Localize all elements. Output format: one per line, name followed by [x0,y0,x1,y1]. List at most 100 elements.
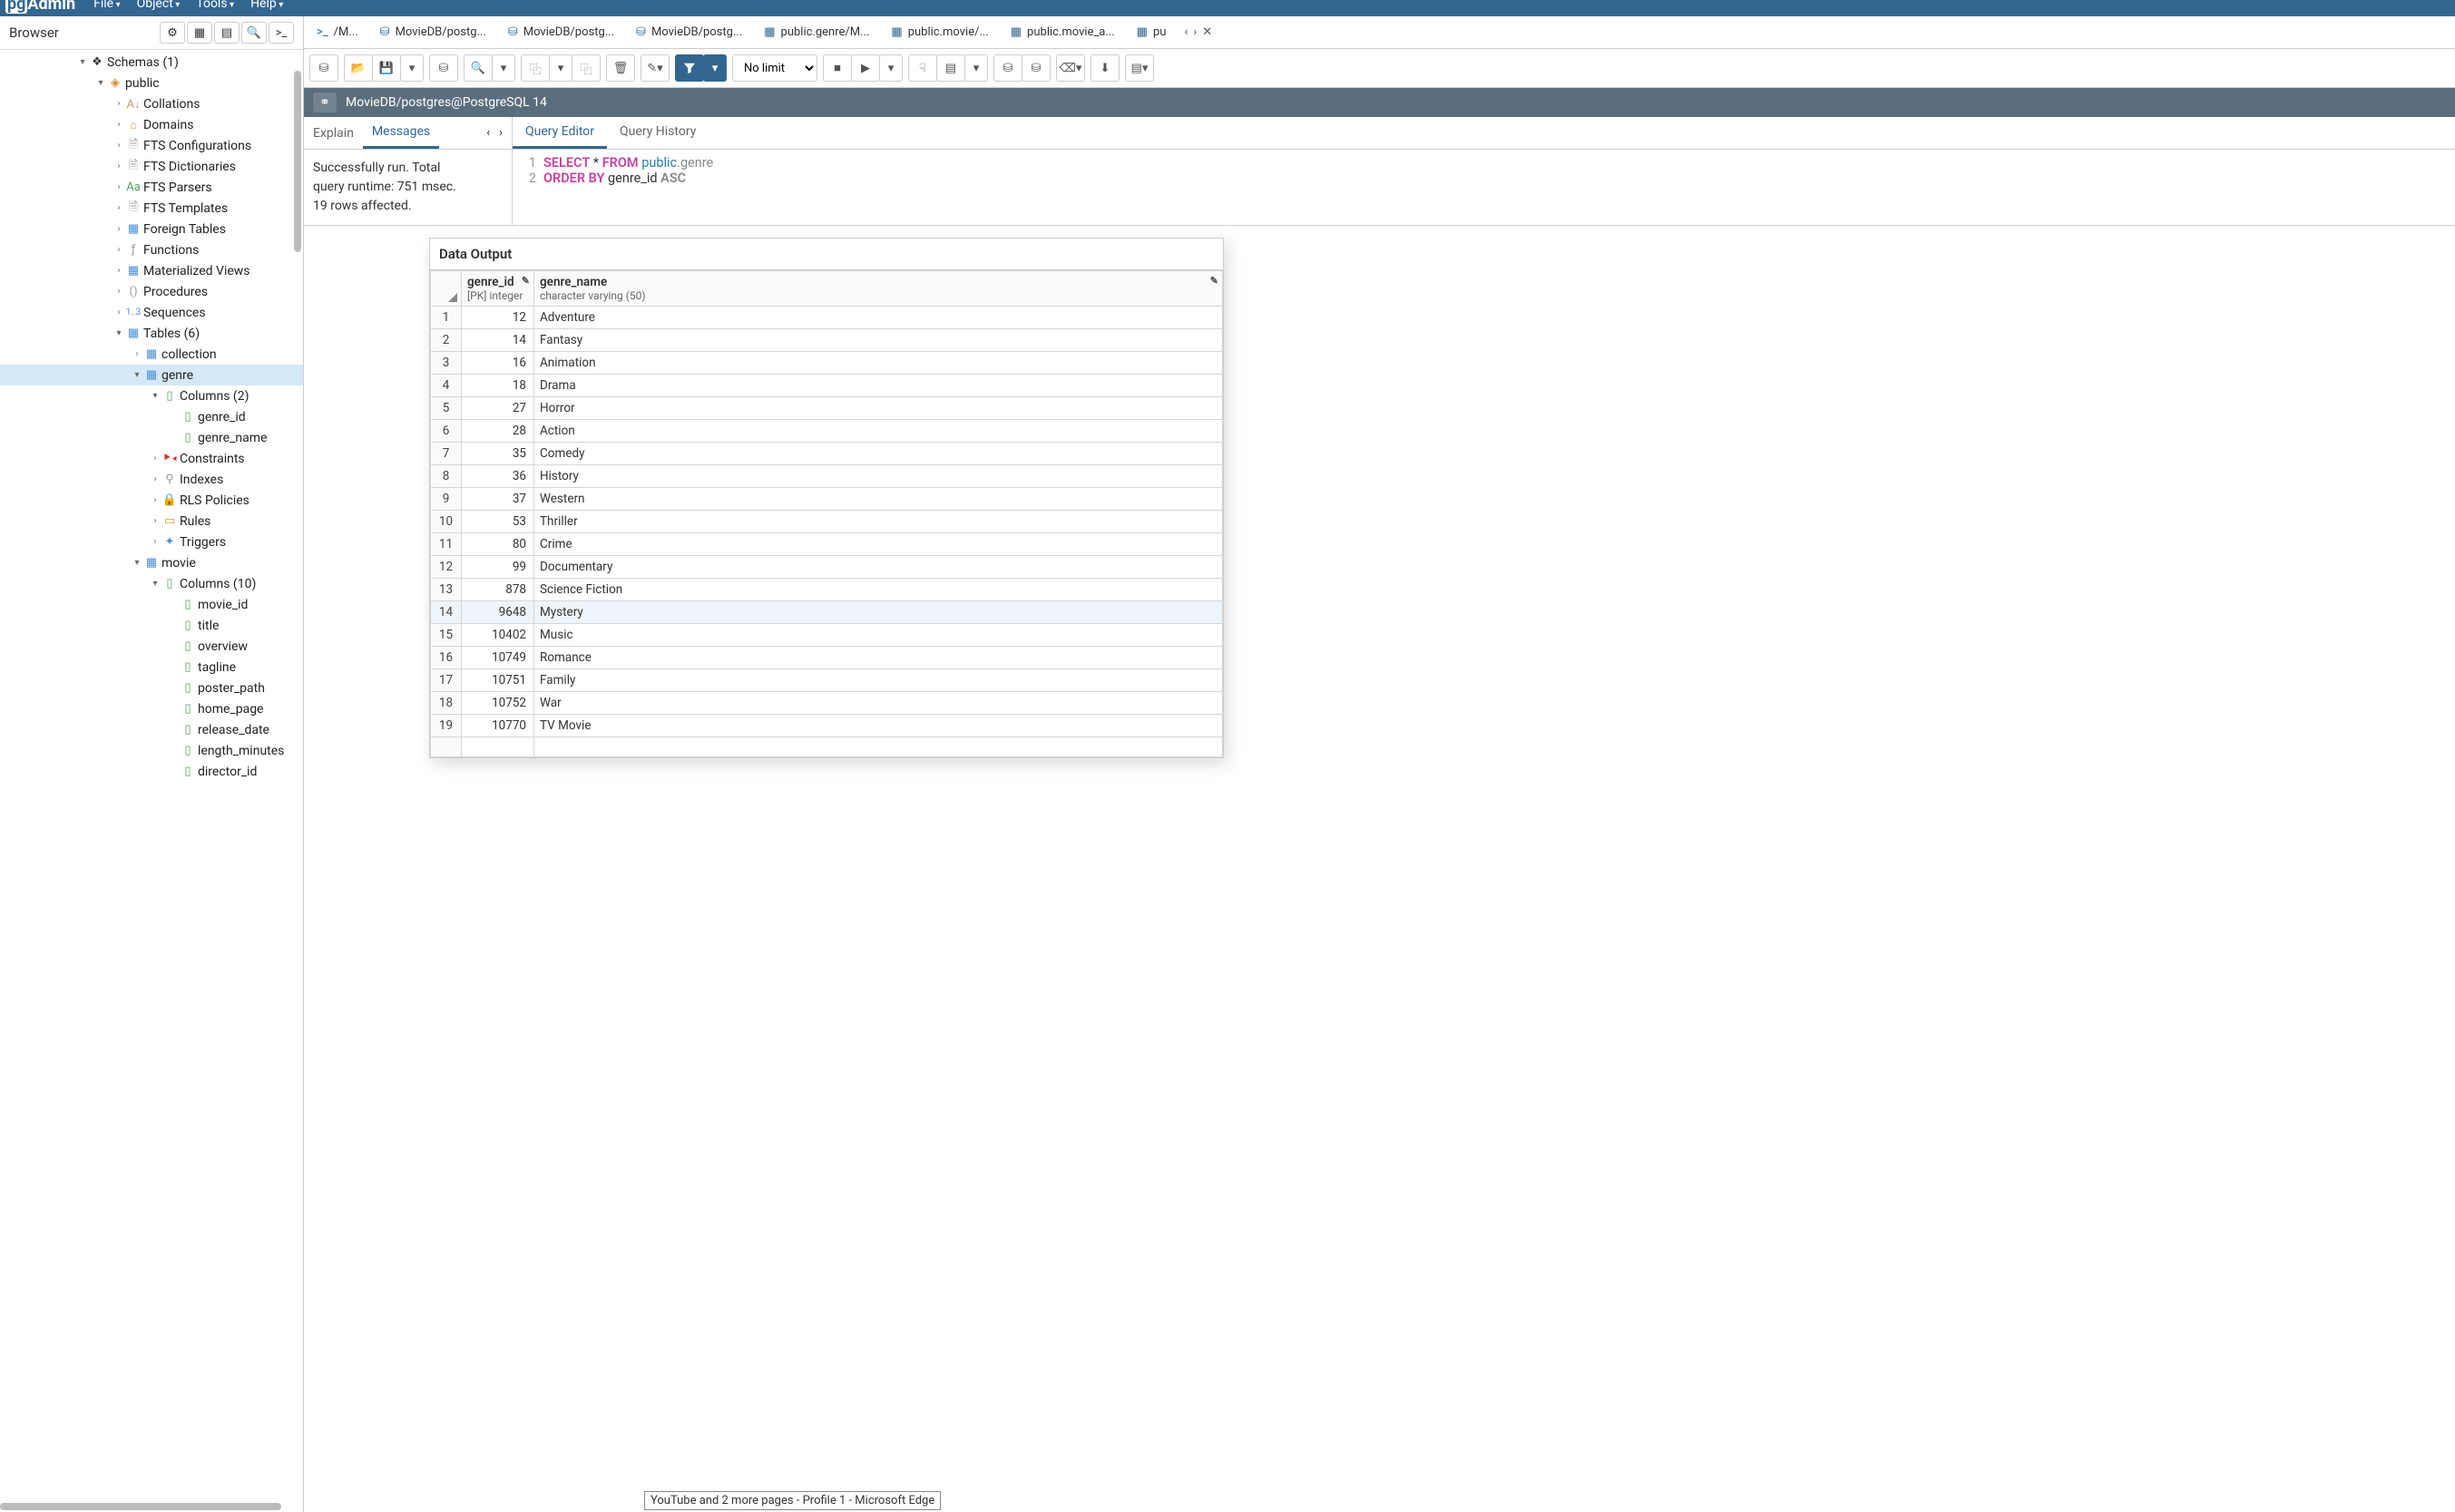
tree-sequences[interactable]: ›1..3Sequences [0,302,303,323]
edit-inplace-button[interactable]: ✎▾ [641,54,670,82]
edit-button[interactable]: ⛁ [429,54,458,82]
sidebar-scrollbar-h[interactable] [0,1503,281,1510]
tab-moviedb-2[interactable]: ⛁MovieDB/postg... [499,20,623,44]
download-button[interactable]: ⬇ [1091,54,1120,82]
table-row[interactable]: 527Horror [431,397,1223,420]
explain-analyze-button[interactable]: ▤ [936,54,965,82]
tab-movie[interactable]: ▦public.movie/... [882,20,997,44]
copy-dropdown[interactable]: ▾ [549,54,572,82]
commit-button[interactable]: ⛁ [993,54,1022,82]
tree-mat-views[interactable]: ›▦Materialized Views [0,260,303,281]
data-output-table[interactable]: genre_id[PK] integer✎ genre_namecharacte… [430,270,1223,757]
explain-dropdown[interactable]: ▾ [964,54,988,82]
tree-rls[interactable]: ›🔒RLS Policies [0,490,303,511]
tree-functions[interactable]: ›ƒFunctions [0,239,303,260]
menu-file[interactable]: File [93,0,120,11]
tree-fts-conf[interactable]: ›🗎FTS Configurations [0,135,303,156]
macros-button[interactable]: ▤▾ [1125,54,1154,82]
filter-dropdown[interactable]: ▾ [703,54,727,82]
tab-close-icon[interactable]: ✕ [1202,25,1212,39]
clear-button[interactable]: ⌫▾ [1056,54,1085,82]
tab-query-editor[interactable]: Query Editor [513,117,607,149]
open-file-button[interactable]: 📂 [344,54,373,82]
tree-collations[interactable]: ›A↓Collations [0,93,303,114]
menu-tools[interactable]: Tools [196,0,234,11]
table-row[interactable]: 1510402Music [431,624,1223,647]
tree-col-genre-name[interactable]: ▯genre_name [0,427,303,448]
tab-query-history[interactable]: Query History [607,117,709,149]
tree-fts-templates[interactable]: ›🗎FTS Templates [0,198,303,219]
stop-button[interactable]: ■ [823,54,852,82]
msg-scroll-left-icon[interactable]: ‹ [486,126,490,140]
find-button[interactable]: 🔍 [464,54,493,82]
tab-pu[interactable]: ▦pu [1128,20,1176,44]
connection-status-icon[interactable]: ⚭ [313,93,337,112]
menu-help[interactable]: Help [250,0,283,11]
sidebar-scrollbar-v[interactable] [294,71,301,252]
tree-col-overview[interactable]: ▯overview [0,636,303,657]
tree-col-home-page[interactable]: ▯home_page [0,698,303,719]
save-file-dropdown[interactable]: ▾ [400,54,424,82]
tab-genre[interactable]: ▦public.genre/M... [755,20,878,44]
tree-col-genre-id[interactable]: ▯genre_id [0,406,303,427]
table-row[interactable]: 1610749Romance [431,647,1223,669]
row-limit-select[interactable]: No limit [732,54,817,82]
table-row[interactable]: 13878Science Fiction [431,579,1223,601]
table-row[interactable]: 149648Mystery [431,601,1223,624]
tree-rules[interactable]: ›▭Rules [0,511,303,532]
save-file-button[interactable]: 💾 [372,54,401,82]
delete-button[interactable]: 🗑 [606,54,635,82]
copy-button[interactable]: ⿻ [521,54,550,82]
tree-domains[interactable]: ›⌂Domains [0,114,303,135]
filter-rows-icon[interactable]: ▤ [214,22,240,44]
col-header-genre-name[interactable]: genre_namecharacter varying (50)✎ [534,271,1223,307]
tab-moviedb-3[interactable]: ⛁MovieDB/postg... [627,20,751,44]
table-row[interactable]: 836History [431,465,1223,488]
pencil-icon[interactable]: ✎ [1210,275,1218,287]
pencil-icon[interactable]: ✎ [522,275,530,287]
table-row[interactable]: 735Comedy [431,443,1223,465]
object-tree[interactable]: ▾❖Schemas (1) ▾◈public ›A↓Collations ›⌂D… [0,50,303,1512]
search-objects-icon[interactable]: 🔍 [241,22,267,44]
tab-psql[interactable]: >_/M... [308,20,367,44]
filter-button[interactable] [675,54,704,82]
tree-fts-parsers[interactable]: ›AaFTS Parsers [0,177,303,198]
explain-button[interactable]: ☟ [908,54,937,82]
psql-tool-icon[interactable]: >_ [269,22,294,44]
tree-movie-columns[interactable]: ▾▯Columns (10) [0,573,303,594]
tree-table-collection[interactable]: ›▦collection [0,344,303,365]
tree-col-title[interactable]: ▯title [0,615,303,636]
paste-button[interactable]: ⿻ [572,54,601,82]
tab-messages[interactable]: Messages [363,117,439,149]
table-row[interactable]: 1299Documentary [431,556,1223,579]
table-row[interactable]: 1910770TV Movie [431,715,1223,737]
execute-dropdown[interactable]: ▾ [879,54,903,82]
tabs-scroll-left-icon[interactable]: ‹ [1184,25,1188,39]
save-data-button[interactable]: ⛁ [309,54,338,82]
table-row[interactable]: 1053Thriller [431,511,1223,533]
tree-col-length-minutes[interactable]: ▯length_minutes [0,740,303,761]
tree-public-schema[interactable]: ▾◈public [0,73,303,93]
tree-col-director-id[interactable]: ▯director_id [0,761,303,782]
tab-explain[interactable]: Explain [304,119,363,148]
tree-tables[interactable]: ▾▦Tables (6) [0,323,303,344]
tree-foreign-tables[interactable]: ›▦Foreign Tables [0,219,303,239]
tab-moviedb-1[interactable]: ⛁MovieDB/postg... [371,20,495,44]
tree-schemas[interactable]: ▾❖Schemas (1) [0,52,303,73]
find-dropdown[interactable]: ▾ [492,54,515,82]
tree-fts-dict[interactable]: ›🗎FTS Dictionaries [0,156,303,177]
view-data-icon[interactable]: ▦ [187,22,212,44]
sql-editor[interactable]: 1 2 SELECT * FROM public.genre ORDER BY … [513,150,2455,191]
execute-button[interactable]: ▶ [851,54,880,82]
tree-triggers[interactable]: ›✦Triggers [0,532,303,552]
tree-genre-columns[interactable]: ▾▯Columns (2) [0,385,303,406]
table-row[interactable]: 316Animation [431,352,1223,375]
table-row[interactable]: 1180Crime [431,533,1223,556]
tree-col-tagline[interactable]: ▯tagline [0,657,303,678]
rollback-button[interactable]: ⛁ [1022,54,1051,82]
table-row[interactable]: 937Western [431,488,1223,511]
query-tool-icon[interactable]: ⚙ [160,22,185,44]
tree-col-movie-id[interactable]: ▯movie_id [0,594,303,615]
table-row[interactable]: 418Drama [431,375,1223,397]
tree-procedures[interactable]: ›()Procedures [0,281,303,302]
